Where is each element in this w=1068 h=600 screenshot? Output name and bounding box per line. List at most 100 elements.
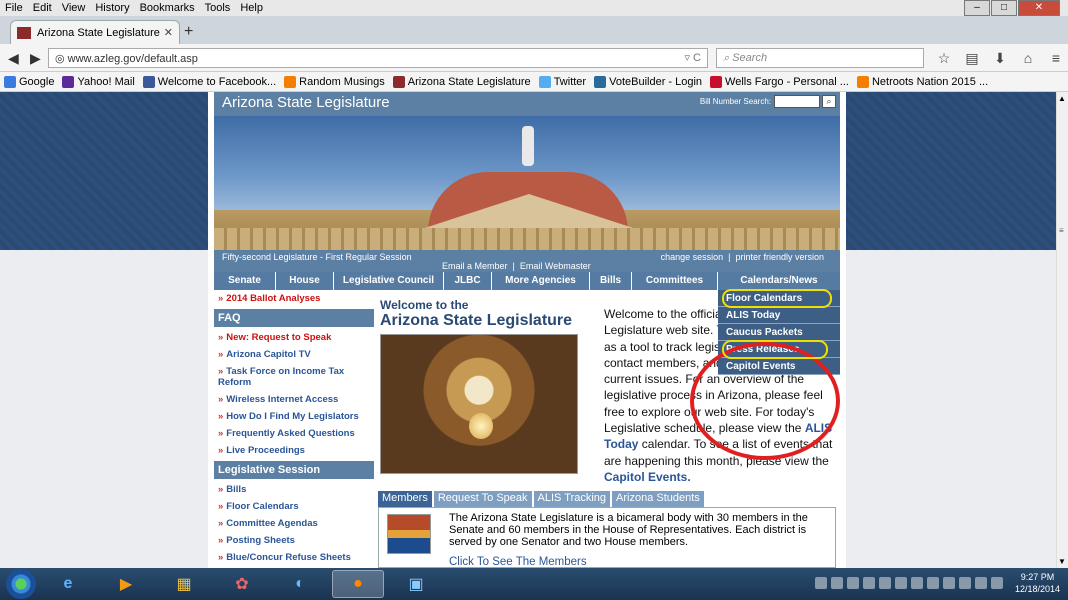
menu-help[interactable]: Help (235, 2, 268, 14)
nav-calendars-news[interactable]: Calendars/News (718, 272, 840, 290)
sidebar-link[interactable]: » Arizona Capitol TV (214, 346, 374, 363)
close-window-button[interactable]: ✕ (1018, 0, 1060, 16)
app-icon[interactable]: ◐ (274, 570, 326, 598)
tray-icon[interactable] (846, 577, 859, 589)
tray-icon[interactable] (974, 577, 987, 589)
back-icon[interactable]: ◀ (8, 50, 19, 67)
reload-icon[interactable]: ▿ C (684, 51, 701, 64)
tray-icon[interactable] (878, 577, 891, 589)
page-content: Arizona State Legislature Bill Number Se… (0, 92, 1056, 568)
close-tab-icon[interactable]: ✕ (164, 26, 173, 39)
bill-number-input[interactable] (774, 95, 820, 108)
sidebar-link[interactable]: » 2014 Ballot Analyses (214, 290, 374, 307)
tray-icon[interactable] (830, 577, 843, 589)
sidebar-link[interactable]: » Task Force on Income Tax Reform (214, 363, 374, 391)
internet-explorer-icon[interactable]: e (42, 570, 94, 598)
tray-icon[interactable] (862, 577, 875, 589)
bookmark-item[interactable]: Yahoo! Mail (62, 75, 135, 88)
tray-icon[interactable] (814, 577, 827, 589)
menu-view[interactable]: View (57, 2, 91, 14)
tab-arizona-students[interactable]: Arizona Students (612, 491, 704, 507)
sidebar-link[interactable]: » Frequently Asked Questions (214, 425, 374, 442)
scroll-up-icon[interactable]: ▲ (1058, 94, 1066, 103)
legislature-site: Arizona State Legislature Bill Number Se… (214, 92, 840, 568)
tray-icon[interactable] (942, 577, 955, 589)
menu-file[interactable]: File (0, 2, 28, 14)
sidebar-link[interactable]: » Wireless Internet Access (214, 391, 374, 408)
dropdown-alis-today[interactable]: ALIS Today (718, 307, 840, 324)
sidebar-link[interactable]: » Live Proceedings (214, 442, 374, 459)
system-clock[interactable]: 9:27 PM 12/18/2014 (1015, 571, 1060, 595)
start-button-icon[interactable] (6, 569, 36, 599)
menu-edit[interactable]: Edit (28, 2, 57, 14)
tab-alis-tracking[interactable]: ALIS Tracking (533, 491, 611, 507)
menu-tools[interactable]: Tools (200, 2, 236, 14)
capitol-events-link[interactable]: Capitol Events. (604, 470, 691, 484)
bookmark-item[interactable]: Random Musings (284, 75, 385, 88)
nav-more-agencies[interactable]: More Agencies (492, 272, 590, 290)
menu-history[interactable]: History (90, 2, 134, 14)
globe-icon: ◎ (55, 53, 68, 65)
search-go-icon[interactable]: ⌕ (822, 95, 836, 108)
tab-request-to-speak[interactable]: Request To Speak (433, 491, 532, 507)
change-session-link[interactable]: change session (661, 252, 724, 262)
maximize-button[interactable]: □ (991, 0, 1017, 16)
bookmark-item[interactable]: VoteBuilder - Login (594, 75, 702, 88)
sidebar-link[interactable]: » Posting Sheets (214, 532, 374, 549)
clock-time: 9:27 PM (1020, 572, 1055, 582)
arrow-icon: » (218, 445, 224, 456)
forward-icon[interactable]: ▶ (30, 50, 41, 67)
printer-friendly-link[interactable]: printer friendly version (735, 252, 824, 262)
tab-members[interactable]: Members (378, 491, 432, 507)
tray-icon[interactable] (926, 577, 939, 589)
nav-jlbc[interactable]: JLBC (444, 272, 492, 290)
reading-list-icon[interactable]: ▤ (958, 50, 986, 67)
bookmark-favicon-icon (62, 75, 75, 88)
media-icon[interactable]: ▣ (390, 570, 442, 598)
nav-legislative-council[interactable]: Legislative Council (334, 272, 444, 290)
bookmark-item[interactable]: Wells Fargo - Personal ... (710, 75, 849, 88)
bookmark-item[interactable]: Welcome to Facebook... (142, 75, 276, 88)
tray-icon[interactable] (894, 577, 907, 589)
bookmark-item[interactable]: Arizona State Legislature (392, 75, 531, 88)
bookmark-star-icon[interactable]: ☆ (930, 50, 958, 67)
tray-icon[interactable] (910, 577, 923, 589)
sidebar-link[interactable]: » Blue/Concur Refuse Sheets (214, 549, 374, 566)
vertical-scrollbar[interactable]: ▲ ≡ ▼ (1056, 92, 1068, 568)
media-player-icon[interactable]: ▶ (100, 570, 152, 598)
nav-bills[interactable]: Bills (590, 272, 632, 290)
tray-icon[interactable] (958, 577, 971, 589)
see-members-link[interactable]: Click To See The Members (449, 556, 587, 568)
url-bar[interactable]: ◎ www.azleg.gov/default.asp ▿ C (48, 48, 708, 68)
file-explorer-icon[interactable]: ▦ (158, 570, 210, 598)
sidebar-link[interactable]: » How Do I Find My Legislators (214, 408, 374, 425)
menu-hamburger-icon[interactable]: ≡ (1042, 50, 1068, 67)
tray-icon[interactable] (990, 577, 1003, 589)
sidebar-link[interactable]: » Floor Calendars (214, 498, 374, 515)
minimize-button[interactable]: – (964, 0, 990, 16)
sidebar-link-label: Committee Agendas (226, 518, 318, 529)
sidebar-link-label: How Do I Find My Legislators (226, 411, 359, 422)
firefox-icon[interactable]: ● (332, 570, 384, 598)
email-member-link[interactable]: Email a Member (442, 261, 508, 271)
rotunda-image (380, 334, 578, 474)
nav-house[interactable]: House (276, 272, 334, 290)
sidebar-link[interactable]: » Committee Agendas (214, 515, 374, 532)
new-tab-icon[interactable]: + (184, 23, 193, 41)
sidebar-link[interactable]: » New: Request to Speak (214, 329, 374, 346)
dropdown-caucus-packets[interactable]: Caucus Packets (718, 324, 840, 341)
bookmark-item[interactable]: Netroots Nation 2015 ... (856, 75, 988, 88)
sidebar-link[interactable]: » Bills (214, 481, 374, 498)
search-input[interactable]: ⌕ Search (716, 48, 924, 68)
browser-tab[interactable]: Arizona State Legislature ✕ (10, 20, 180, 44)
home-icon[interactable]: ⌂ (1014, 50, 1042, 67)
paint-icon[interactable]: ✿ (216, 570, 268, 598)
email-webmaster-link[interactable]: Email Webmaster (520, 261, 591, 271)
nav-senate[interactable]: Senate (214, 272, 276, 290)
menu-bookmarks[interactable]: Bookmarks (135, 2, 200, 14)
scroll-down-icon[interactable]: ▼ (1058, 557, 1066, 566)
bookmark-item[interactable]: Twitter (538, 75, 586, 88)
bookmark-item[interactable]: Google (4, 75, 54, 88)
download-icon[interactable]: ⬇ (986, 50, 1014, 67)
nav-committees[interactable]: Committees (632, 272, 718, 290)
